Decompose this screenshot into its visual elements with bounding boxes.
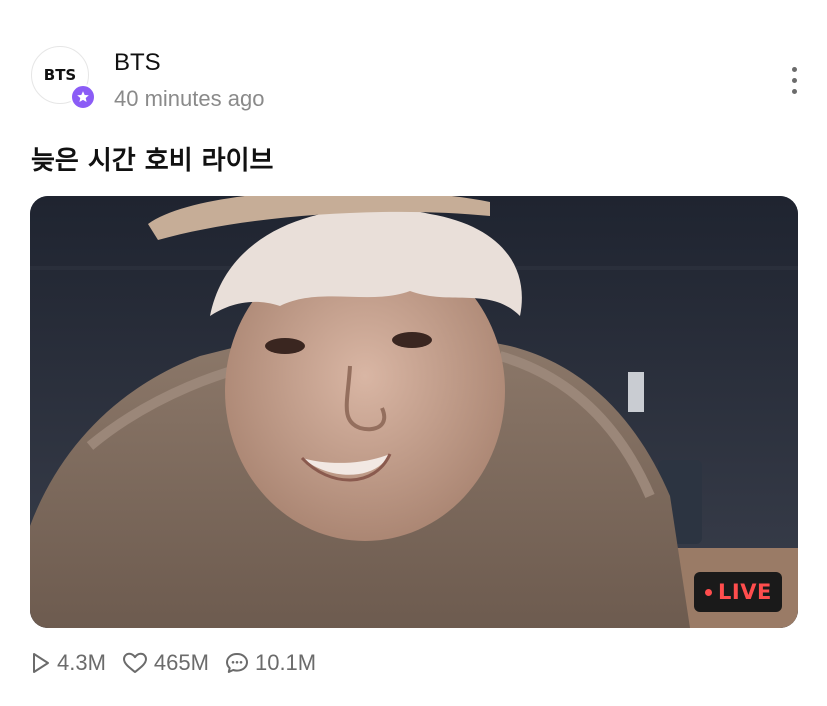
avatar-logo-text: BTS bbox=[43, 66, 77, 84]
heart-icon bbox=[122, 652, 147, 673]
author-name[interactable]: BTS bbox=[114, 49, 161, 77]
post-stats: 4.3M 465M 10.1M bbox=[31, 648, 332, 678]
post-card: BTS BTS 40 minutes ago 늦은 시간 호비 라이브 LIVE… bbox=[0, 0, 827, 706]
more-vertical-icon-dot bbox=[792, 78, 797, 83]
post-title[interactable]: 늦은 시간 호비 라이브 bbox=[31, 140, 273, 177]
more-options-button[interactable] bbox=[782, 64, 808, 98]
more-vertical-icon bbox=[792, 67, 797, 72]
live-label: LIVE bbox=[718, 580, 772, 604]
like-count[interactable]: 465M bbox=[122, 650, 209, 676]
like-count-value: 465M bbox=[153, 650, 209, 675]
live-indicator-dot bbox=[705, 589, 712, 596]
comment-icon bbox=[225, 653, 248, 673]
comment-count[interactable]: 10.1M bbox=[225, 650, 316, 676]
play-count[interactable]: 4.3M bbox=[31, 650, 106, 676]
star-badge-icon bbox=[70, 84, 96, 110]
video-thumbnail[interactable] bbox=[30, 196, 798, 628]
live-status-badge: LIVE bbox=[694, 572, 782, 612]
comment-count-value: 10.1M bbox=[254, 650, 317, 675]
play-count-value: 4.3M bbox=[57, 650, 106, 675]
live-broadcast-thumbnail bbox=[30, 196, 798, 628]
more-vertical-icon-dot bbox=[792, 89, 797, 94]
post-timestamp: 40 minutes ago bbox=[114, 86, 265, 111]
play-icon bbox=[33, 653, 49, 673]
